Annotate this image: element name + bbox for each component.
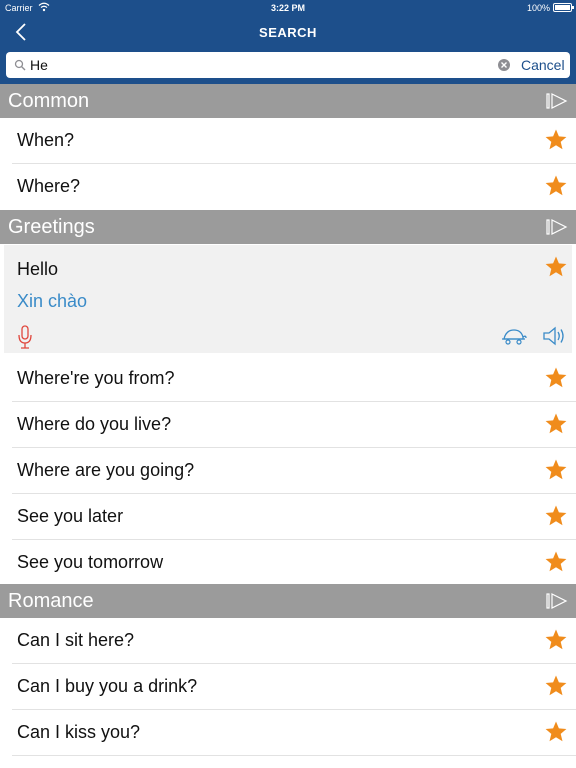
star-icon[interactable] bbox=[544, 366, 568, 390]
list-item[interactable]: Can I kiss you? bbox=[0, 710, 576, 756]
star-icon[interactable] bbox=[544, 674, 568, 698]
section-header-greetings: Greetings bbox=[0, 210, 576, 244]
list-item[interactable]: When? bbox=[0, 118, 576, 164]
header: Carrier 3:22 PM 100% SEARCH Cancel bbox=[0, 0, 576, 84]
play-all-icon[interactable] bbox=[546, 218, 568, 236]
star-icon[interactable] bbox=[544, 504, 568, 528]
phrase-text: Can I buy you a drink? bbox=[17, 676, 198, 696]
search-input[interactable] bbox=[30, 55, 470, 75]
list-item[interactable]: Where? bbox=[0, 164, 576, 210]
phrase-text: Where do you live? bbox=[17, 414, 172, 434]
play-all-icon[interactable] bbox=[546, 92, 568, 110]
star-icon[interactable] bbox=[544, 174, 568, 198]
list-item[interactable]: Where're you from? bbox=[0, 356, 576, 402]
star-icon[interactable] bbox=[544, 412, 568, 436]
section-label: Romance bbox=[8, 590, 94, 612]
turtle-slow-icon[interactable] bbox=[501, 327, 527, 345]
phrase-text: See you tomorrow bbox=[17, 552, 164, 572]
phrase-text: Where're you from? bbox=[17, 368, 175, 388]
cancel-button[interactable]: Cancel bbox=[521, 57, 565, 73]
star-icon[interactable] bbox=[544, 458, 568, 482]
phrase-text: When? bbox=[17, 130, 75, 150]
row-divider bbox=[12, 755, 576, 756]
section-header-romance: Romance bbox=[0, 584, 576, 618]
phrase-text: Can I kiss you? bbox=[17, 722, 141, 742]
section-header-common: Common bbox=[0, 84, 576, 118]
translation-text: Xin chào bbox=[17, 291, 88, 311]
phrase-text: Where are you going? bbox=[17, 460, 195, 480]
star-icon[interactable] bbox=[544, 550, 568, 574]
list-item[interactable]: Where do you live? bbox=[0, 402, 576, 448]
page-title: SEARCH bbox=[259, 25, 317, 40]
list-item[interactable]: Can I sit here? bbox=[0, 618, 576, 664]
star-icon[interactable] bbox=[544, 628, 568, 652]
phrase-text: Hello bbox=[17, 259, 59, 279]
play-all-icon[interactable] bbox=[546, 592, 568, 610]
search-bar: Cancel bbox=[6, 52, 570, 78]
speaker-icon[interactable] bbox=[542, 325, 568, 347]
phrase-text: Where? bbox=[17, 176, 81, 196]
section-label: Common bbox=[8, 90, 90, 112]
list-item[interactable]: Where are you going? bbox=[0, 448, 576, 494]
clock: 3:22 PM bbox=[270, 3, 305, 13]
expanded-phrase-card[interactable]: Hello Xin chào bbox=[4, 245, 572, 353]
list-item[interactable]: Can I buy you a drink? bbox=[0, 664, 576, 710]
list-item[interactable]: See you later bbox=[0, 494, 576, 540]
list-item[interactable]: See you tomorrow bbox=[0, 540, 576, 586]
battery-icon bbox=[553, 3, 574, 12]
star-icon[interactable] bbox=[544, 128, 568, 152]
battery-percent: 100% bbox=[526, 3, 550, 13]
section-label: Greetings bbox=[8, 216, 95, 238]
status-bar: Carrier 3:22 PM 100% bbox=[0, 0, 576, 16]
search-icon bbox=[14, 59, 26, 71]
star-icon[interactable] bbox=[544, 255, 568, 279]
phrase-text: See you later bbox=[17, 506, 124, 526]
microphone-icon[interactable] bbox=[17, 325, 33, 349]
phrase-text: Can I sit here? bbox=[17, 630, 135, 650]
nav-bar: SEARCH bbox=[0, 16, 576, 48]
clear-icon[interactable] bbox=[497, 58, 511, 72]
star-icon[interactable] bbox=[544, 720, 568, 744]
